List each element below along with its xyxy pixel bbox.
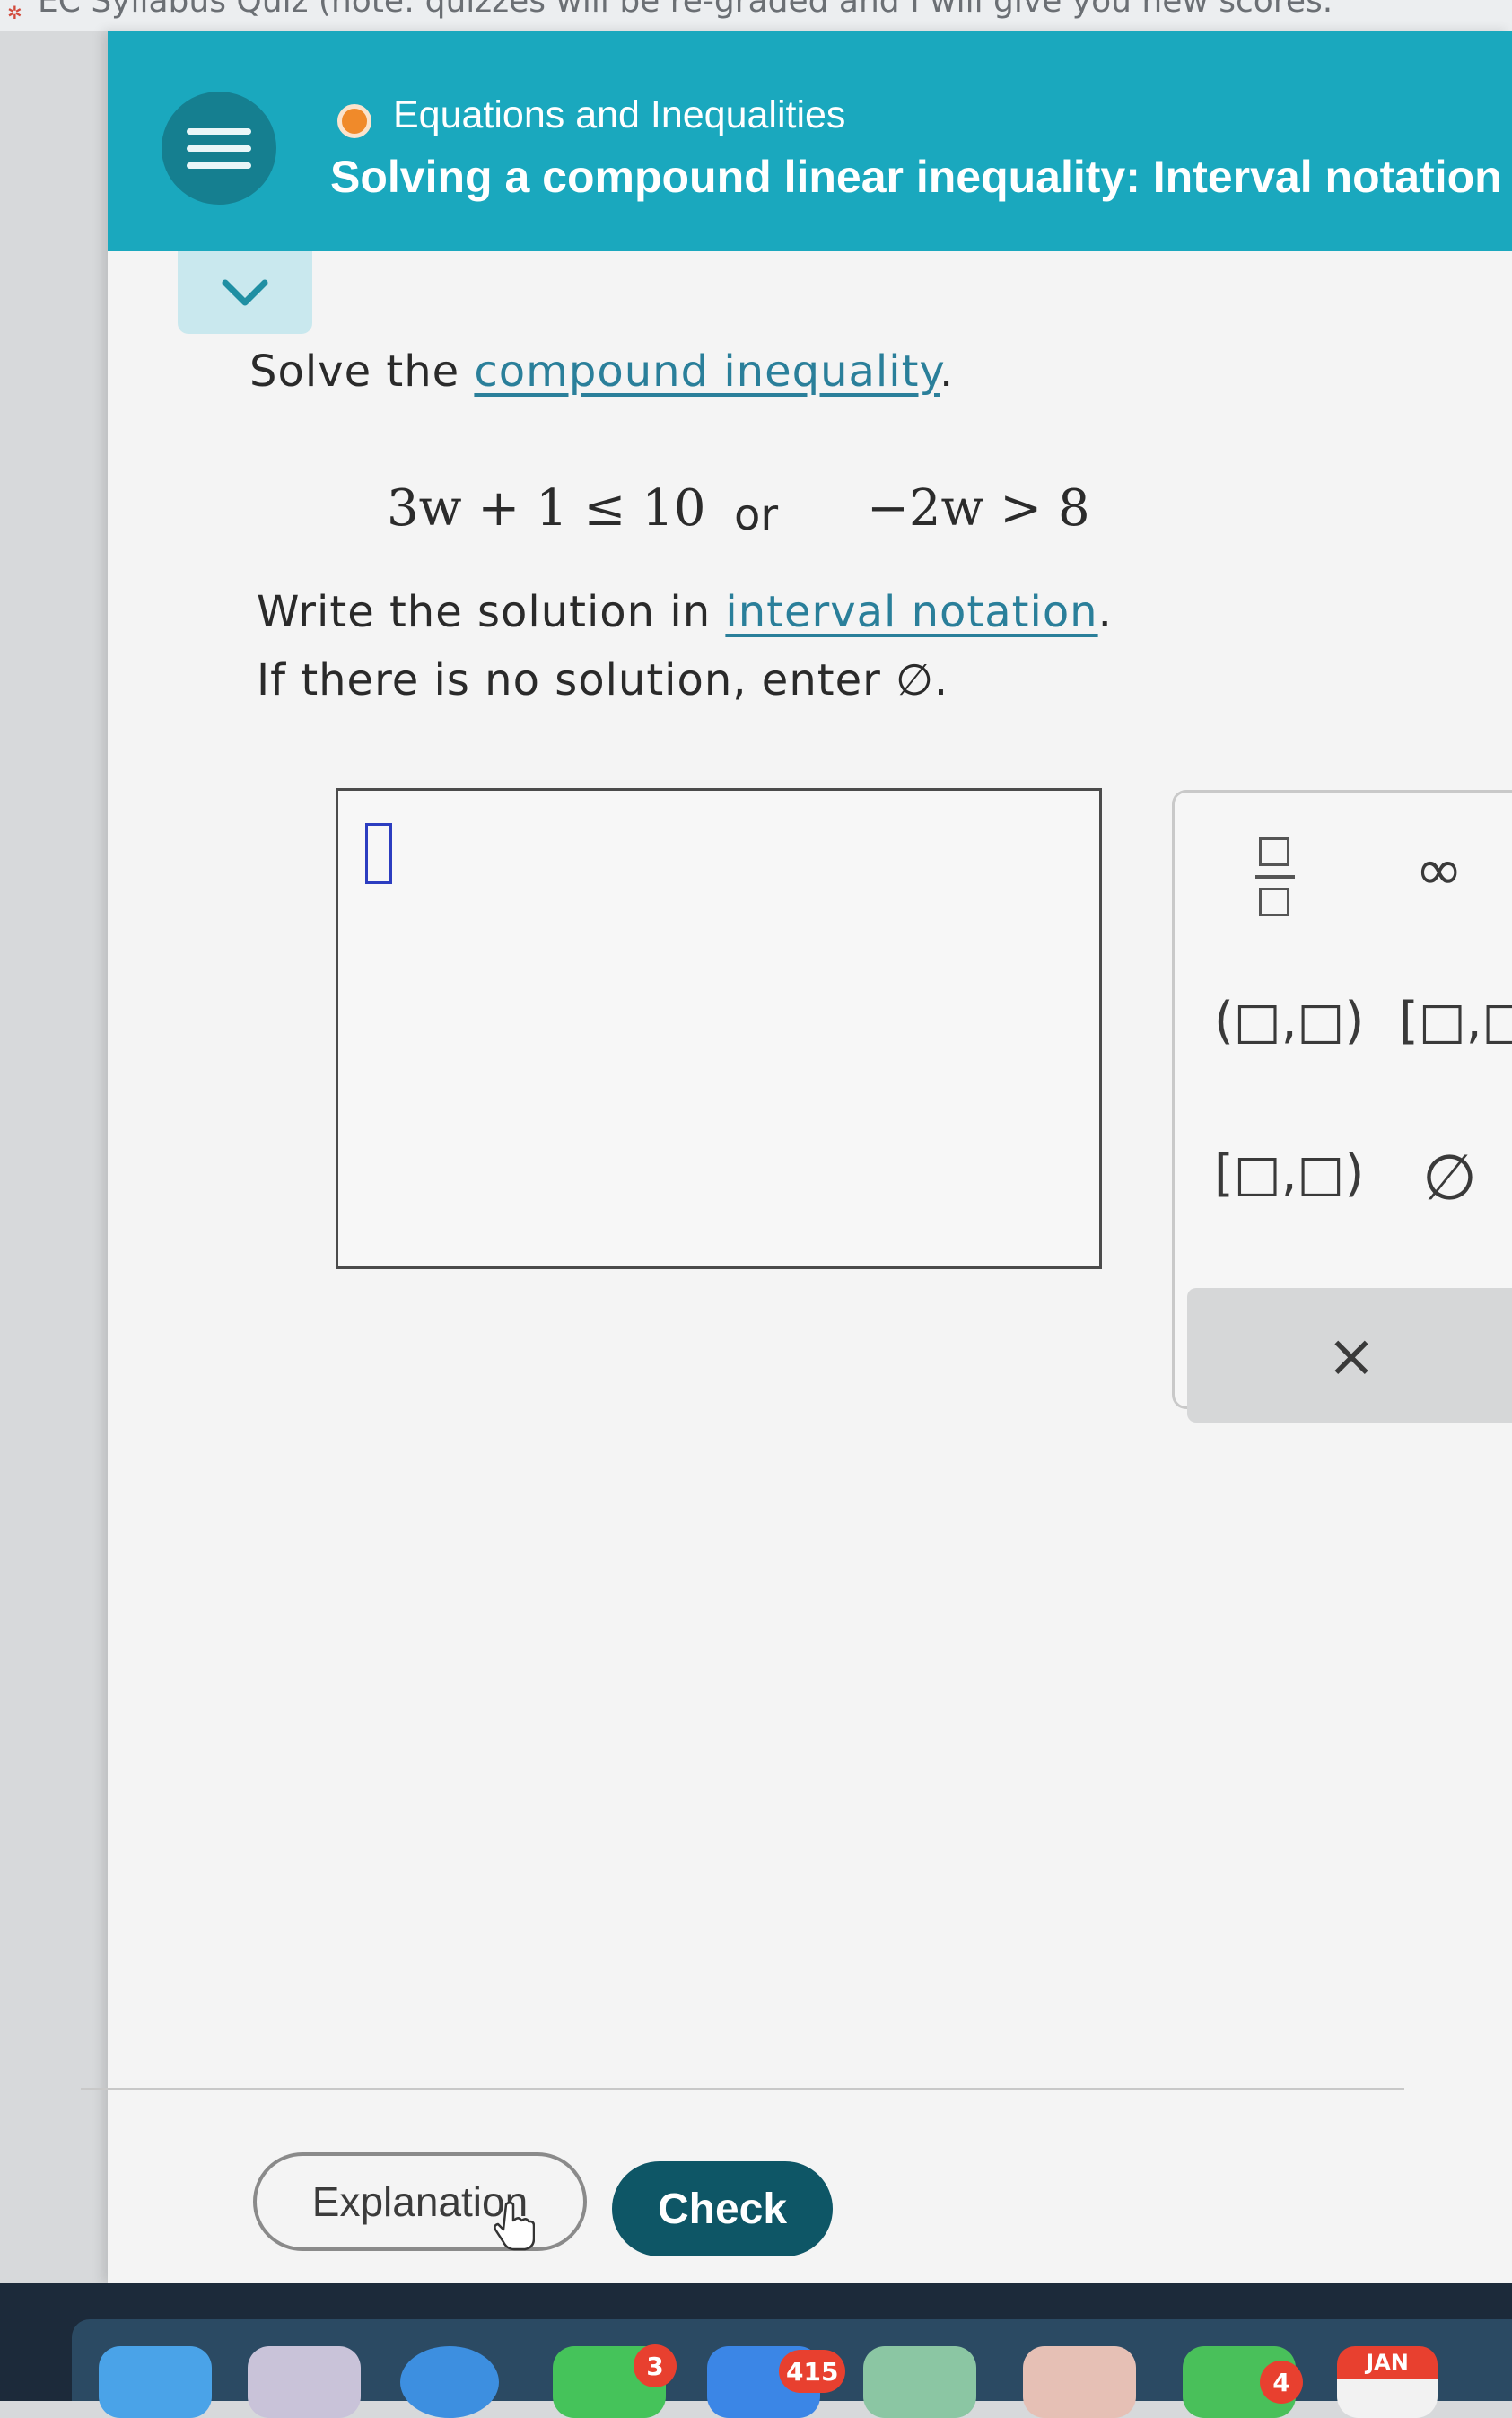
answer-input[interactable] <box>336 788 1102 1269</box>
check-button[interactable]: Check <box>612 2161 833 2256</box>
footer-divider <box>81 2088 1404 2090</box>
dock-app-launchpad-icon[interactable] <box>248 2346 361 2418</box>
mail-badge: 3 <box>634 2344 677 2387</box>
explanation-button[interactable]: Explanation <box>253 2152 587 2251</box>
dock-app-maps-icon[interactable] <box>863 2346 976 2418</box>
instruction-line: Write the solution in interval notation. <box>257 587 1113 637</box>
prompt-text: Solve the <box>249 346 475 397</box>
topic-header: Equations and Inequalities Solving a com… <box>108 31 1512 251</box>
problem-title: Solving a compound linear inequality: In… <box>330 152 1502 202</box>
compound-inequality-link[interactable]: compound inequality <box>474 346 940 397</box>
fraction-key[interactable] <box>1255 834 1295 920</box>
input-cursor <box>365 823 392 884</box>
denominator-box <box>1259 888 1289 916</box>
messages-badge: 415 <box>779 2350 846 2393</box>
clear-key[interactable]: × <box>1187 1288 1512 1423</box>
browser-tab-strip[interactable]: ✲ EC Syllabus Quiz (note: quizzes will b… <box>0 0 1512 31</box>
dock-app-finder-icon[interactable] <box>99 2346 212 2418</box>
closed-interval-key[interactable]: [□,□ <box>1399 992 1512 1050</box>
numerator-box <box>1259 837 1289 866</box>
tab-favicon-icon: ✲ <box>7 2 22 23</box>
dock-app-photos-icon[interactable] <box>1023 2346 1136 2418</box>
hamburger-icon <box>187 118 251 180</box>
inequality-1: 3w + 1 ≤ 10 <box>387 479 706 538</box>
open-interval-key[interactable]: (□,□) <box>1214 992 1364 1050</box>
half-open-interval-key[interactable]: [□,□) <box>1214 1144 1364 1203</box>
inequality-connector: or <box>734 490 779 540</box>
problem-prompt: Solve the compound inequality. <box>249 346 954 397</box>
facetime-badge: 4 <box>1260 2361 1303 2404</box>
close-icon: × <box>1326 1320 1377 1390</box>
collapse-header-button[interactable] <box>178 251 312 334</box>
prompt-period: . <box>939 346 955 397</box>
chevron-down-icon <box>222 279 268 306</box>
topic-title: Equations and Inequalities <box>393 93 846 136</box>
menu-button[interactable] <box>162 92 276 205</box>
instruction-text: Write the solution in <box>257 587 726 637</box>
calendar-month: JAN <box>1337 2346 1438 2379</box>
fraction-bar <box>1255 875 1295 879</box>
no-solution-instruction: If there is no solution, enter ∅. <box>257 655 949 705</box>
dock-app-calendar-icon[interactable]: JAN <box>1337 2346 1438 2418</box>
math-keypad: ∞ (□,□) [□,□ [□,□) ∅ × <box>1172 790 1512 1423</box>
empty-set-key[interactable]: ∅ <box>1422 1141 1477 1214</box>
hand-cursor-icon <box>494 2201 535 2251</box>
inequality-2: −2w > 8 <box>867 479 1090 538</box>
instruction-period: . <box>1097 587 1113 637</box>
interval-notation-link[interactable]: interval notation <box>725 587 1097 637</box>
progress-status-icon <box>337 104 371 138</box>
dock-app-safari-icon[interactable] <box>400 2346 499 2418</box>
infinity-key[interactable]: ∞ <box>1415 837 1463 904</box>
tab-title[interactable]: EC Syllabus Quiz (note: quizzes will be … <box>38 0 1333 18</box>
quiz-page: Equations and Inequalities Solving a com… <box>108 31 1512 2283</box>
